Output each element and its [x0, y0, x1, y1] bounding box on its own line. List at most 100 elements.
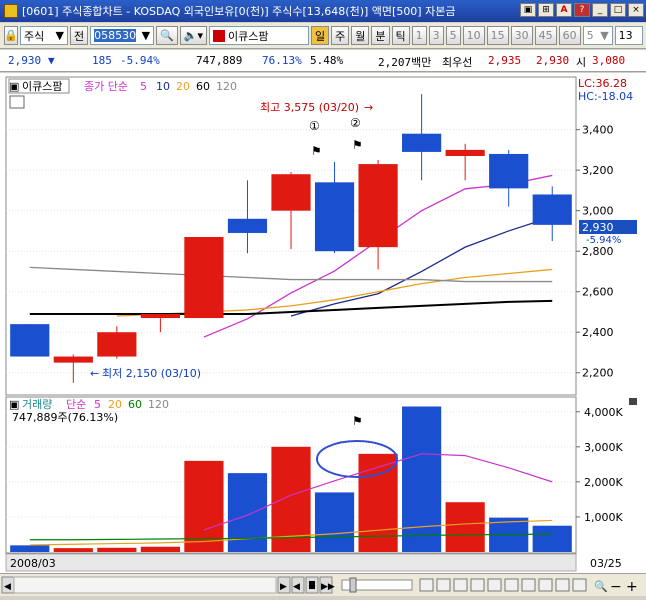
- price-tick-label: 2,400: [582, 326, 614, 339]
- chevron-left-icon: ◀: [4, 582, 11, 592]
- drawing-tool-icon: [470, 578, 485, 592]
- period-month-button[interactable]: 월: [351, 26, 370, 45]
- drawing-tool-icon: [487, 578, 502, 592]
- ma-period-5: 5: [140, 80, 147, 93]
- minute-45-button[interactable]: 45: [534, 26, 557, 45]
- minimize-button[interactable]: _: [592, 3, 608, 17]
- volume-bar: [227, 473, 268, 552]
- zoom-in-icon[interactable]: +: [626, 579, 638, 595]
- zoom-out-icon[interactable]: −: [610, 579, 622, 595]
- open-label: 시: [576, 56, 587, 69]
- chart-area[interactable]: 3,400 3,200 3,000 2,800 2,600 2,400 2,200 ▣ 이큐…: [0, 73, 646, 573]
- fast-forward-icon: ▶▶: [321, 582, 335, 592]
- stock-name-field: 이큐스팜: [209, 26, 310, 45]
- candle-body: [227, 218, 268, 233]
- turnover-rate: 5.48%: [310, 54, 344, 67]
- down-arrow-icon: ▼: [48, 54, 55, 67]
- jeon-button[interactable]: 전: [70, 26, 89, 45]
- candlestick-chart[interactable]: 3,400 3,200 3,000 2,800 2,600 2,400 2,200 ▣ 이큐…: [0, 73, 646, 573]
- candle-body: [184, 237, 224, 319]
- drawing-tool-icon: [572, 578, 587, 592]
- volume-tick-label: 3,000K: [584, 441, 623, 454]
- price-change: 185: [92, 54, 112, 67]
- volume-tick-label: 2,000K: [584, 476, 623, 489]
- price-axis: 3,400 3,200 3,000 2,800 2,600 2,400 2,200: [576, 124, 614, 380]
- marker-1: ①: [309, 119, 320, 133]
- open-price: 3,080: [592, 54, 626, 67]
- best-ask: 2,935: [488, 54, 522, 67]
- zoom-slider-handle[interactable]: [349, 577, 357, 593]
- lc-value: LC:36.28: [578, 77, 627, 90]
- horizontal-scrollbar[interactable]: [13, 576, 277, 594]
- stock-flag-icon: [213, 29, 226, 42]
- minute-3-button[interactable]: 3: [428, 26, 444, 45]
- start-date: 2008/03: [10, 557, 56, 570]
- volume-bar: [140, 546, 180, 552]
- stock-label: 이큐스팜: [22, 80, 62, 93]
- panel-menu-icon[interactable]: ▣: [9, 398, 19, 411]
- minute-10-button[interactable]: 10: [462, 26, 485, 45]
- interval-select[interactable]: 5 ▼: [582, 26, 613, 45]
- candle-body: [140, 313, 180, 319]
- stock-code-input[interactable]: 058530 ▼: [90, 26, 155, 45]
- speaker-icon[interactable]: 🔈▾: [179, 26, 208, 45]
- candle-body: [314, 182, 355, 252]
- current-change-tag: -5.94%: [586, 235, 621, 246]
- price-tick-label: 2,800: [582, 245, 614, 258]
- minute-60-button[interactable]: 60: [558, 26, 581, 45]
- close-button[interactable]: ×: [628, 3, 644, 17]
- period-minute-button[interactable]: 분: [371, 26, 390, 45]
- app-icon: [4, 4, 18, 18]
- minute-30-button[interactable]: 30: [510, 26, 533, 45]
- right-arrow-icon: →: [364, 101, 373, 114]
- step-back-icon: ◀: [293, 582, 300, 592]
- drawing-tool-icon: [538, 578, 553, 592]
- volume-bar: [10, 545, 50, 552]
- drawing-tool-icon: [419, 578, 434, 592]
- search-icon[interactable]: 🔍: [156, 26, 178, 45]
- minute-5-button[interactable]: 5: [445, 26, 461, 45]
- volume-bar: [314, 492, 355, 552]
- count-input[interactable]: 13: [614, 26, 643, 45]
- low-annotation: 최저 2,150 (03/10): [102, 367, 201, 380]
- drawing-tool-icon: [504, 578, 519, 592]
- flag-icon: ⚑: [352, 138, 363, 152]
- marker-2: ②: [350, 116, 361, 130]
- ma-label: 종가 단순: [84, 80, 128, 93]
- price-tick-label: 3,000: [582, 205, 614, 218]
- font-icon[interactable]: A: [556, 3, 572, 17]
- zoom-icon[interactable]: 🔍: [594, 579, 608, 593]
- volume-axis: 4,000K 3,000K 2,000K 1,000K: [576, 406, 623, 524]
- ma-period-20: 20: [176, 80, 190, 93]
- period-day-button[interactable]: 일: [311, 26, 330, 45]
- volume-bar: [402, 406, 442, 552]
- market-select[interactable]: 주식 ▼: [20, 26, 68, 45]
- best-quote-label: 최우선: [442, 56, 473, 69]
- lock-icon[interactable]: 🔒: [4, 26, 18, 45]
- grid-toggle-icon[interactable]: [9, 95, 25, 109]
- help-icon[interactable]: ?: [574, 3, 590, 17]
- minute-15-button[interactable]: 15: [486, 26, 509, 45]
- flag-icon: ⚑: [311, 144, 322, 158]
- volume-label: 거래량: [22, 398, 52, 411]
- panel-close-icon[interactable]: [629, 398, 637, 405]
- link-icon[interactable]: ▣: [520, 3, 536, 17]
- ma-period-120: 120: [216, 80, 237, 93]
- candle-body: [402, 133, 442, 152]
- period-tick-button[interactable]: 틱: [391, 26, 410, 45]
- layout-icon[interactable]: ⊞: [538, 3, 554, 17]
- minute-1-button[interactable]: 1: [411, 26, 427, 45]
- volume-ratio: 76.13%: [262, 54, 302, 67]
- panel-menu-icon[interactable]: ▣: [9, 80, 19, 93]
- volume-bar: [53, 548, 93, 552]
- volume-bar: [445, 502, 485, 552]
- period-week-button[interactable]: 주: [331, 26, 350, 45]
- price-tick-label: 2,600: [582, 286, 614, 299]
- volume-tick-label: 1,000K: [584, 511, 623, 524]
- ma-period-10: 10: [156, 80, 170, 93]
- volume-ma-label: 단순: [66, 398, 86, 411]
- high-annotation: 최고 3,575 (03/20): [260, 101, 359, 114]
- flag-icon: ⚑: [352, 414, 363, 428]
- volume-summary: 747,889주(76.13%): [12, 411, 118, 424]
- maximize-button[interactable]: □: [610, 3, 626, 17]
